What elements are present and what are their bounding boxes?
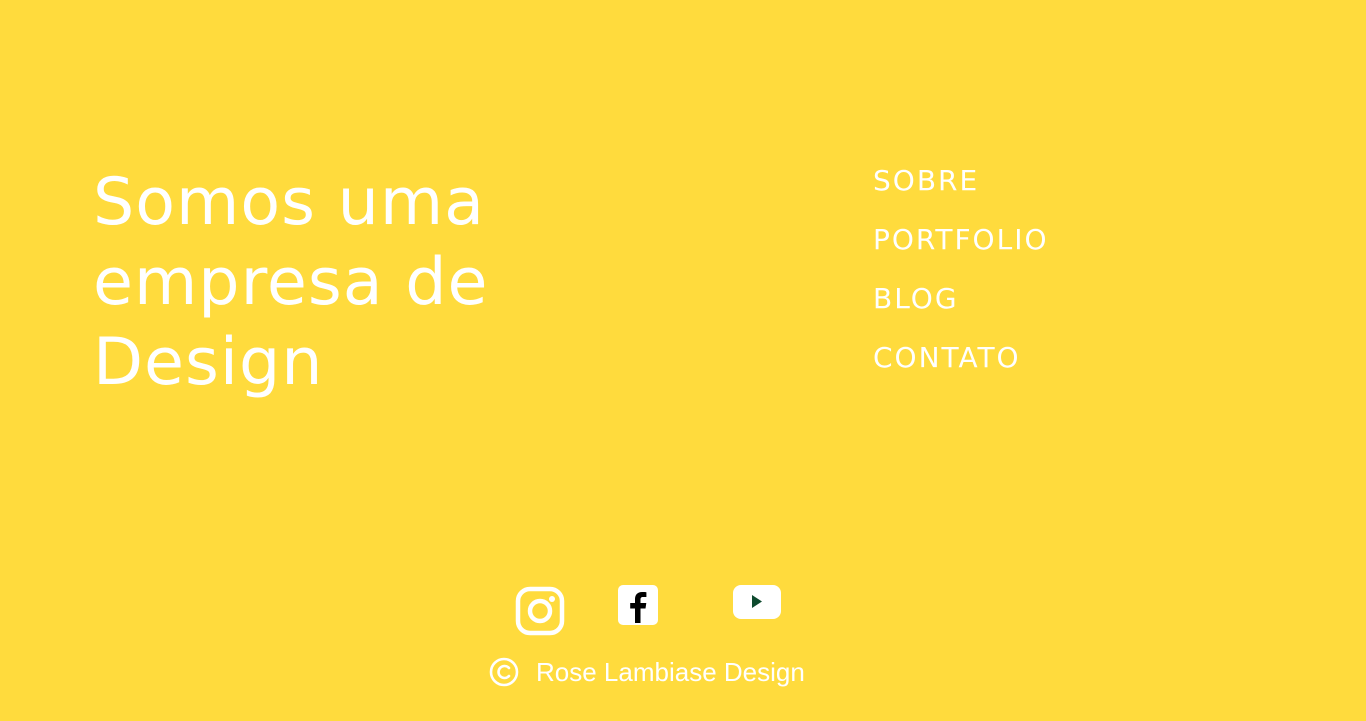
nav-link-portfolio[interactable]: PORTFOLIO <box>873 222 1049 281</box>
instagram-icon <box>515 586 565 636</box>
nav-item: BLOG <box>873 281 1049 340</box>
hero-headline: Somos uma empresa de Design <box>93 163 733 403</box>
facebook-icon <box>618 585 658 625</box>
instagram-link[interactable] <box>514 585 566 637</box>
nav-item: SOBRE <box>873 163 1049 222</box>
nav-list: SOBRE PORTFOLIO BLOG CONTATO <box>873 163 1049 399</box>
nav-link-sobre[interactable]: SOBRE <box>873 163 1049 222</box>
facebook-link[interactable] <box>618 585 658 625</box>
youtube-icon <box>733 585 781 619</box>
headline-line-2: empresa de <box>93 245 489 320</box>
copyright-icon <box>489 657 519 687</box>
nav-link-contato[interactable]: CONTATO <box>873 340 1049 399</box>
nav-item: PORTFOLIO <box>873 222 1049 281</box>
headline-line-3: Design <box>93 325 324 400</box>
social-links <box>0 582 1366 636</box>
footer: Rose Lambiase Design <box>488 656 805 696</box>
footer-copyright-text: Rose Lambiase Design <box>536 656 805 687</box>
nav-link-blog[interactable]: BLOG <box>873 281 1049 340</box>
nav-item: CONTATO <box>873 340 1049 399</box>
headline-line-1: Somos uma <box>93 165 485 240</box>
youtube-link[interactable] <box>732 584 782 620</box>
